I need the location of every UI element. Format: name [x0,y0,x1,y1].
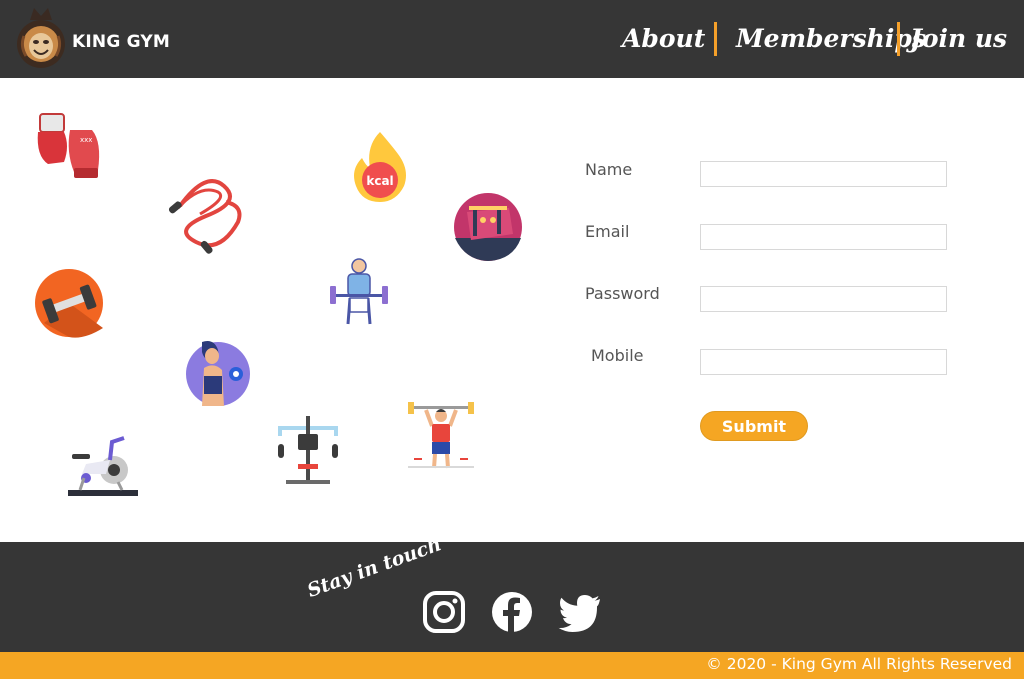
gym-equipment-circle-icon [453,192,523,262]
mobile-input[interactable] [700,349,947,375]
exercise-bike-icon [66,434,140,498]
instagram-icon[interactable] [422,590,466,634]
email-input[interactable] [700,224,947,250]
copyright-text: © 2020 - King Gym All Rights Reserved [706,655,1012,673]
kcal-label: kcal [366,174,393,188]
brand-name[interactable]: KING GYM [72,32,170,52]
password-input[interactable] [700,286,947,312]
lion-head-icon[interactable] [16,2,66,72]
email-label: Email [585,222,630,241]
submit-button[interactable]: Submit [700,411,808,441]
svg-text:xxx: xxx [80,136,92,144]
nav-divider [897,22,900,56]
name-label: Name [585,160,633,179]
password-label: Password [585,284,660,303]
nav-join-us-link[interactable]: Join us [910,16,1007,62]
weightlifter-icon [326,256,392,328]
weight-machine-icon [276,414,340,486]
woman-dumbbell-icon [184,338,252,408]
nav-about-link[interactable]: About [622,16,705,62]
twitter-icon[interactable] [558,590,602,634]
calorie-fire-icon: kcal [348,130,412,204]
jump-rope-icon [166,176,246,258]
facebook-icon[interactable] [490,590,534,634]
nav-divider [714,22,717,56]
site-header: KING GYM About Memberships Join us [0,0,1024,78]
man-lifting-barbell-icon [406,400,476,474]
boxing-gloves-icon: xxx [34,112,106,182]
name-input[interactable] [700,161,947,187]
mobile-label: Mobile [591,346,644,365]
copyright-bar: © 2020 - King Gym All Rights Reserved [0,652,1024,679]
dumbbell-circle-icon [34,268,104,338]
